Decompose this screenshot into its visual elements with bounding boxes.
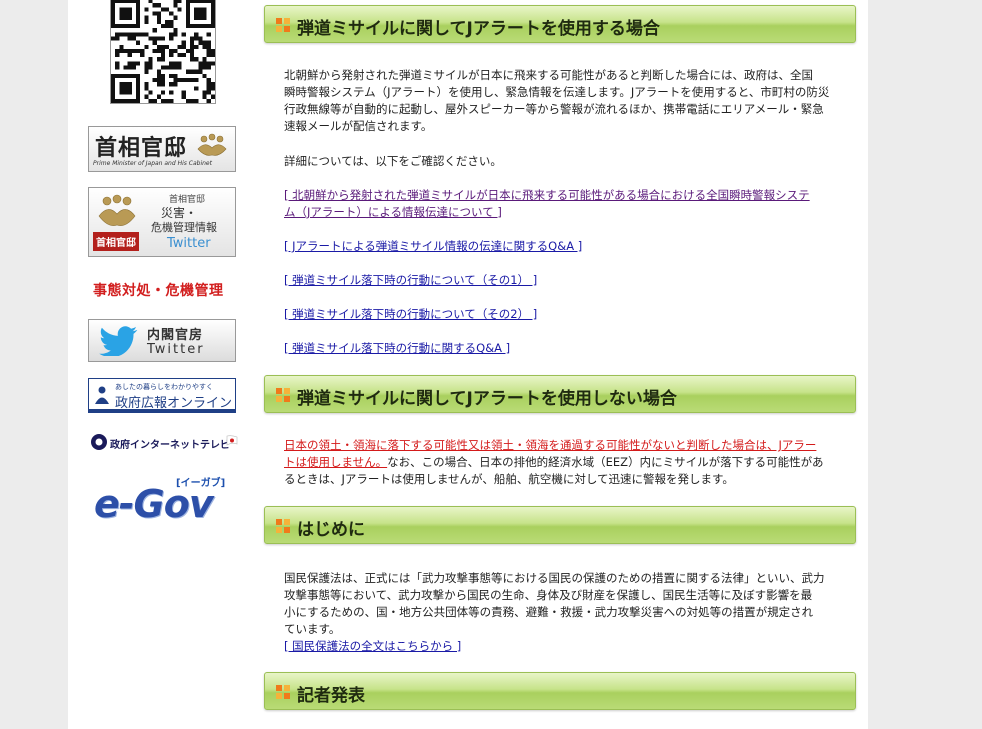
section-title: はじめに — [297, 520, 365, 540]
kantei-subtitle: Prime Minister of Japan and His Cabinet — [93, 160, 212, 167]
twitter-bird-icon — [99, 326, 138, 356]
cabinet-twitter-banner[interactable]: 内閣官房 Twitter — [88, 319, 236, 362]
section-header-press-release: 記者発表 — [264, 672, 856, 710]
paulownia-emblem-icon — [197, 133, 227, 156]
text-span: なお、この場合、日本の排他的経済水域（EEZ）内にミサイルが落下する可能性があ — [387, 455, 824, 469]
gov-pr-tagline: あしたの暮らしをわかりやすく — [115, 383, 213, 391]
text-line: 攻撃事態等において、武力攻撃から国民の生命、身体及び財産を保護し、国民生活等に及… — [284, 588, 813, 602]
cabinet-twitter-line1: 内閣官房 — [147, 328, 204, 343]
text-line: 小にするための、国・地方公共団体等の責務、避難・救援・武力攻撃災害への対処等の措… — [284, 605, 814, 619]
link-missile-action-2[interactable]: [ 弾道ミサイル落下時の行動について（その2） ] — [284, 306, 844, 323]
section-header-jalert-use: 弾道ミサイルに関してJアラートを使用する場合 — [264, 5, 856, 43]
section-title: 弾道ミサイルに関してJアラートを使用しない場合 — [297, 389, 677, 409]
qr-code — [110, 0, 216, 104]
text-line: 北朝鮮から発射された弾道ミサイルが日本に飛来する可能性があると判断した場合には、… — [284, 68, 813, 82]
disaster-twitter-banner[interactable]: 首相官邸 首相官邸 災害・ 危機管理情報 Twitter — [88, 187, 236, 257]
link-missile-action-qa[interactable]: [ 弾道ミサイル落下時の行動に関するQ&A ] — [284, 340, 844, 357]
japan-flag-icon — [226, 435, 238, 446]
tv-logo-icon — [91, 434, 107, 450]
egov-banner[interactable]: [イーガブ] e-Gov — [94, 476, 234, 528]
sidebar: 首相官邸 Prime Minister of Japan and His Cab… — [68, 0, 258, 729]
gov-internet-tv-link[interactable]: 政府インターネットテレビ — [90, 431, 240, 455]
kantei-banner[interactable]: 首相官邸 Prime Minister of Japan and His Cab… — [88, 126, 236, 172]
gov-pr-logo-icon — [95, 386, 109, 404]
link-missile-action-1[interactable]: [ 弾道ミサイル落下時の行動について（その1） ] — [284, 272, 844, 289]
link-line[interactable]: [ 弾道ミサイル落下時の行動に関するQ&A ] — [284, 340, 844, 357]
link-line[interactable]: [ 弾道ミサイル落下時の行動について（その2） ] — [284, 306, 844, 323]
text-line: るときは、Jアラートは使用しませんが、船舶、航空機に対して迅速に警報を発します。 — [284, 472, 734, 486]
civil-protection-law-description: 国民保護法は、正式には「武力攻撃事態等における国民の保護のための措置に関する法律… — [284, 570, 844, 655]
gov-pr-underline — [89, 409, 235, 412]
cabinet-twitter-line2: Twitter — [147, 342, 205, 357]
paulownia-emblem-icon — [98, 194, 136, 226]
link-jalert-qa[interactable]: [ Jアラートによる弾道ミサイル情報の伝達に関するQ&A ] — [284, 238, 844, 255]
text-line: トは使用しません。なお、この場合、日本の排他的経済水域（EEZ）内にミサイルが落… — [284, 454, 844, 471]
disaster-line3: 危機管理情報 — [151, 221, 217, 234]
section-title: 記者発表 — [297, 686, 365, 706]
section-bullet-icon — [276, 388, 290, 402]
link-civil-protection-law-full-text[interactable]: [ 国民保護法の全文はこちらから ] — [284, 638, 844, 655]
egov-logo: e-Gov — [94, 482, 214, 526]
section-header-jalert-not-use: 弾道ミサイルに関してJアラートを使用しない場合 — [264, 375, 856, 413]
link-line[interactable]: [ Jアラートによる弾道ミサイル情報の伝達に関するQ&A ] — [284, 238, 844, 255]
section-title: 弾道ミサイルに関してJアラートを使用する場合 — [297, 19, 660, 39]
red-text-line[interactable]: トは使用しません。 — [284, 455, 387, 469]
page: 首相官邸 Prime Minister of Japan and His Cab… — [68, 0, 868, 729]
gov-pr-online-banner[interactable]: あしたの暮らしをわかりやすく 政府広報オンライン — [88, 378, 236, 413]
text-line: 瞬時警報システム（Jアラート）を使用し、緊急情報を伝達します。Jアラートを使用す… — [284, 85, 830, 99]
kantei-red-label: 首相官邸 — [93, 232, 139, 251]
text-line: ています。 — [284, 622, 341, 636]
link-jalert-info-transmission[interactable]: [ 北朝鮮から発射された弾道ミサイルが日本に飛来する可能性がある場合における全国… — [284, 187, 844, 221]
red-text-line[interactable]: 日本の領土・領海に落下する可能性又は領土・領海を通過する可能性がないと判断した場… — [284, 437, 844, 454]
text-line: 速報メールが配信されます。 — [284, 119, 433, 133]
gov-internet-tv-label: 政府インターネットテレビ — [110, 440, 230, 451]
text-line: 行政無線等が自動的に起動し、屋外スピーカー等から警報が流れるほか、携帯電話にエリ… — [284, 102, 824, 116]
jalert-use-description: 北朝鮮から発射された弾道ミサイルが日本に飛来する可能性があると判断した場合には、… — [284, 67, 844, 135]
crisis-management-link[interactable]: 事態対処・危機管理 — [93, 280, 224, 300]
link-line[interactable]: [ 弾道ミサイル落下時の行動について（その1） ] — [284, 272, 844, 289]
section-bullet-icon — [276, 18, 290, 32]
link-line[interactable]: [ 北朝鮮から発射された弾道ミサイルが日本に飛来する可能性がある場合における全国… — [284, 187, 844, 204]
detail-intro: 詳細については、以下をご確認ください。 — [284, 154, 502, 168]
jalert-not-use-description: 日本の領土・領海に落下する可能性又は領土・領海を通過する可能性がないと判断した場… — [284, 437, 844, 488]
text-line: 国民保護法は、正式には「武力攻撃事態等における国民の保護のための措置に関する法律… — [284, 571, 825, 585]
link-line[interactable]: ム（Jアラート）による情報伝達について ] — [284, 204, 844, 221]
kantei-title: 首相官邸 — [95, 135, 188, 161]
disaster-line4: Twitter — [167, 236, 211, 251]
section-header-introduction: はじめに — [264, 506, 856, 544]
section-bullet-icon — [276, 685, 290, 699]
section-bullet-icon — [276, 519, 290, 533]
